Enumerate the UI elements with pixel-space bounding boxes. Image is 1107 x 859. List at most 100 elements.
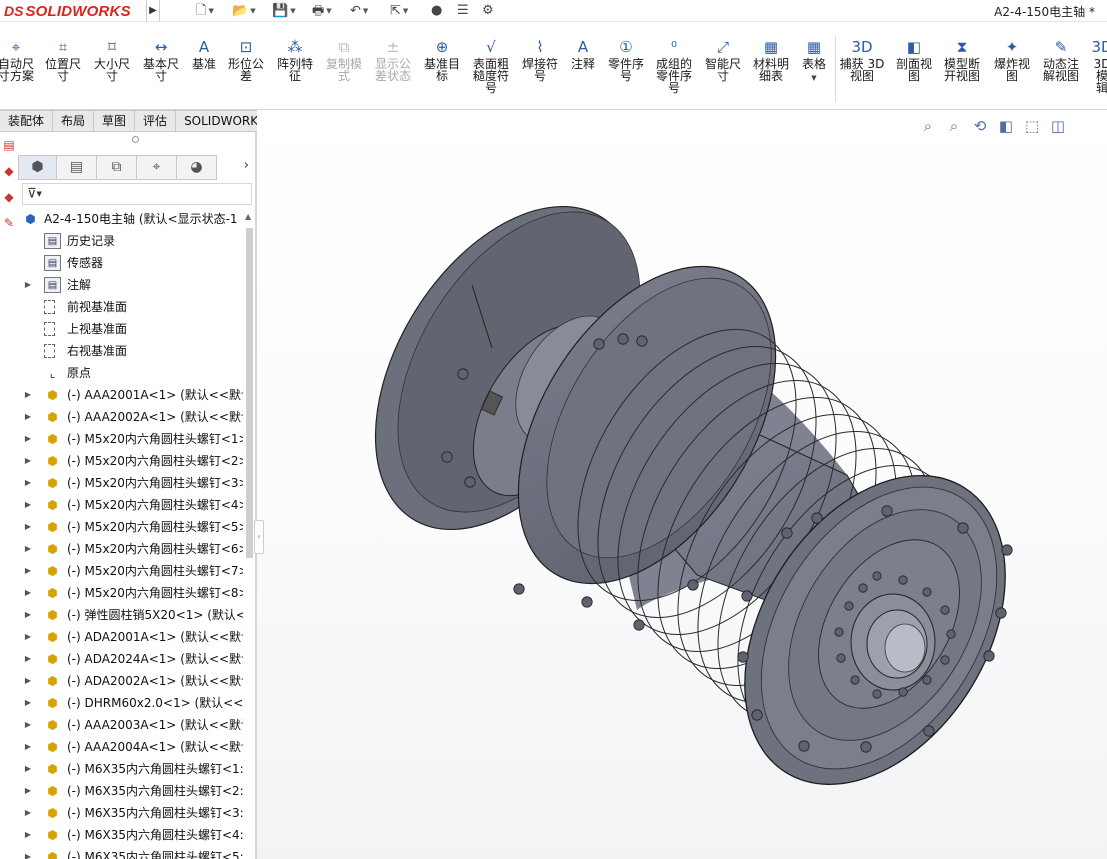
tool-table-button[interactable]: ▦ 表格 ▼: [788, 38, 840, 84]
panel-grip-dot[interactable]: [132, 136, 139, 143]
tool-location-dimension-button[interactable]: ⌗ 位置尺 寸: [37, 38, 89, 82]
tree-item-origin[interactable]: ⌞ 原点: [18, 362, 243, 384]
tree-item-part[interactable]: ▶ ⬢ (-) DHRM60x2.0<1> (默认<<默: [18, 692, 243, 714]
expand-arrow-icon[interactable]: ▶: [23, 780, 33, 802]
tool-balloon-button[interactable]: ① 零件序 号: [600, 38, 652, 82]
expand-arrow-icon[interactable]: ▶: [23, 494, 33, 516]
splitter-handle-icon[interactable]: ‹: [254, 520, 264, 554]
tool-stacked-balloon-button[interactable]: ⁰ 成组的 零件序 号: [648, 38, 700, 94]
dropdown-arrow-icon[interactable]: ▼: [403, 7, 408, 15]
tree-item-folder[interactable]: ▤ 历史记录: [18, 230, 243, 252]
dropdown-arrow-icon[interactable]: ▼: [326, 7, 331, 15]
tree-item-part[interactable]: ▶ ⬢ (-) M5x20内六角圆柱头螺钉<5>: [18, 516, 243, 538]
dropdown-arrow-icon[interactable]: ▼: [250, 7, 255, 15]
tab-1[interactable]: 装配体: [0, 110, 54, 132]
tool-size-dimension-button[interactable]: ⌑ 大小尺 寸: [86, 38, 138, 82]
expand-arrow-icon[interactable]: ▶: [23, 450, 33, 472]
expand-arrow-icon[interactable]: ▶: [23, 846, 33, 859]
expand-arrow-icon[interactable]: ▶: [23, 428, 33, 450]
expand-arrow-icon[interactable]: ▶: [23, 648, 33, 670]
select-pointer-icon[interactable]: ⇱ ▼: [390, 2, 408, 20]
expand-arrow-icon[interactable]: ▶: [23, 406, 33, 428]
tab-4[interactable]: 评估: [135, 110, 177, 132]
tree-item-part[interactable]: ▶ ⬢ (-) M5x20内六角圆柱头螺钉<1>: [18, 428, 243, 450]
tree-item-part[interactable]: ▶ ⬢ (-) M5x20内六角圆柱头螺钉<4>: [18, 494, 243, 516]
tree-item-part[interactable]: ▶ ⬢ (-) M6X35内六角圆柱头螺钉<2:: [18, 780, 243, 802]
tree-item-part[interactable]: ▶ ⬢ (-) M5x20内六角圆柱头螺钉<3>: [18, 472, 243, 494]
tool-3d-model-button[interactable]: 3D 3D 模 辑: [1076, 38, 1107, 94]
tree-item-part[interactable]: ▶ ⬢ (-) AAA2004A<1> (默认<<默认: [18, 736, 243, 758]
tree-item-part[interactable]: ▶ ⬢ (-) 弹性圆柱销5X20<1> (默认<: [18, 604, 243, 626]
section-view-toggle-icon[interactable]: ◧: [996, 117, 1016, 135]
annotation-tool-icon[interactable]: ✎: [1, 216, 17, 236]
rebuild-traffic-light-icon[interactable]: ●: [431, 2, 442, 20]
3d-pdf-icon[interactable]: ◆: [1, 190, 17, 210]
property-manager-tab-icon[interactable]: ▤: [57, 155, 97, 180]
previous-view-icon[interactable]: ⟲: [970, 117, 990, 135]
tree-item-part[interactable]: ▶ ⬢ (-) AAA2003A<1> (默认<<默认: [18, 714, 243, 736]
tool-surface-finish-button[interactable]: √ 表面粗 糙度符 号: [465, 38, 517, 94]
tree-item-part[interactable]: ▶ ⬢ (-) M5x20内六角圆柱头螺钉<2>: [18, 450, 243, 472]
expand-arrow-icon[interactable]: ▶: [23, 824, 33, 846]
tool-section-view-button[interactable]: ◧ 剖面视 图: [888, 38, 940, 82]
expand-arrow-icon[interactable]: ▶: [23, 802, 33, 824]
tree-root-assembly[interactable]: ⬢ A2-4-150电主轴 (默认<显示状态-1: [18, 208, 243, 230]
tree-item-plane[interactable]: 上视基准面: [18, 318, 243, 340]
tree-item-part[interactable]: ▶ ⬢ (-) AAA2002A<1> (默认<<默认: [18, 406, 243, 428]
tree-item-part[interactable]: ▶ ⬢ (-) M5x20内六角圆柱头螺钉<8>: [18, 582, 243, 604]
tree-item-part[interactable]: ▶ ⬢ (-) M6X35内六角圆柱头螺钉<5:: [18, 846, 243, 859]
zoom-to-area-icon[interactable]: ⌕: [944, 117, 964, 135]
tree-item-part[interactable]: ▶ ⬢ (-) M5x20内六角圆柱头螺钉<7>: [18, 560, 243, 582]
tool-smart-dimension-button[interactable]: ⤢ 智能尺 寸: [697, 38, 749, 82]
tool-datum-target-button[interactable]: ⊕ 基准目 标: [416, 38, 468, 82]
tree-filter[interactable]: ⊽▼: [22, 183, 252, 205]
table-dropdown-icon[interactable]: ▼: [788, 72, 840, 84]
tree-item-folder[interactable]: ▤ 传感器: [18, 252, 243, 274]
tabs-next-arrow-icon[interactable]: ›: [244, 158, 249, 173]
tree-item-plane[interactable]: 右视基准面: [18, 340, 243, 362]
display-style-icon[interactable]: ◫: [1048, 117, 1068, 135]
expand-arrow-icon[interactable]: ▶: [23, 714, 33, 736]
document-icon[interactable]: ▤: [1, 138, 17, 158]
file-properties-icon[interactable]: ☰: [457, 2, 469, 20]
tool-exploded-view-button[interactable]: ✦ 爆炸视 图: [986, 38, 1038, 82]
expand-arrow-icon[interactable]: ▶: [23, 516, 33, 538]
expand-arrow-icon[interactable]: ▶: [23, 670, 33, 692]
expand-arrow-icon[interactable]: ▶: [23, 736, 33, 758]
tool-model-break-view-button[interactable]: ⧗ 模型断 开视图: [936, 38, 988, 82]
tree-item-part[interactable]: ▶ ⬢ (-) AAA2001A<1> (默认<<默认: [18, 384, 243, 406]
expand-arrow-icon[interactable]: ▶: [23, 384, 33, 406]
expand-arrow-icon[interactable]: ▶: [23, 274, 33, 296]
tree-item-part[interactable]: ▶ ⬢ (-) M6X35内六角圆柱头螺钉<1:: [18, 758, 243, 780]
tree-item-folder[interactable]: ▶ ▤ 注解: [18, 274, 243, 296]
tree-item-plane[interactable]: 前视基准面: [18, 296, 243, 318]
expand-arrow-icon[interactable]: ▶: [23, 758, 33, 780]
tree-item-part[interactable]: ▶ ⬢ (-) M6X35内六角圆柱头螺钉<3:: [18, 802, 243, 824]
scroll-thumb[interactable]: [246, 228, 253, 558]
tool-capture-3d-view-button[interactable]: 3D 捕获 3D 视图: [836, 38, 888, 82]
tree-item-part[interactable]: ▶ ⬢ (-) ADA2002A<1> (默认<<默认: [18, 670, 243, 692]
tree-item-part[interactable]: ▶ ⬢ (-) ADA2001A<1> (默认<<默认: [18, 626, 243, 648]
options-gear-icon[interactable]: ⚙: [482, 2, 494, 20]
expand-arrow-icon[interactable]: ▶: [23, 472, 33, 494]
tool-pattern-feature-button[interactable]: ⁂ 阵列特 征: [269, 38, 321, 82]
tab-2[interactable]: 布局: [53, 110, 95, 132]
undo-icon[interactable]: ↶ ▼: [350, 2, 368, 20]
feature-manager-tab-icon[interactable]: ⬢: [18, 155, 57, 180]
solidworks-logo[interactable]: DS SOLIDWORKS: [4, 2, 131, 20]
3d-view-icon[interactable]: ◆: [1, 164, 17, 184]
spindle-3d-model[interactable]: [257, 110, 1107, 859]
save-icon[interactable]: 💾 ▼: [272, 2, 296, 20]
expand-arrow-icon[interactable]: ▶: [23, 560, 33, 582]
dimxpert-manager-tab-icon[interactable]: ⌖: [137, 155, 177, 180]
tree-item-part[interactable]: ▶ ⬢ (-) M6X35内六角圆柱头螺钉<4:: [18, 824, 243, 846]
view-orientation-icon[interactable]: ⬚: [1022, 117, 1042, 135]
new-document-icon[interactable]: 🗋 ▼: [196, 2, 214, 20]
open-file-icon[interactable]: 📂 ▼: [232, 2, 256, 20]
dropdown-arrow-icon[interactable]: ▼: [290, 7, 295, 15]
tool-copy-scheme-button[interactable]: ⧉ 复制模 式: [318, 38, 370, 82]
expand-arrow-icon[interactable]: ▶: [23, 538, 33, 560]
tool-show-tolerance-status-button[interactable]: ± 显示公 差状态: [367, 38, 419, 82]
expand-arrow-icon[interactable]: ▶: [23, 604, 33, 626]
expand-arrow-icon[interactable]: ▶: [23, 692, 33, 714]
